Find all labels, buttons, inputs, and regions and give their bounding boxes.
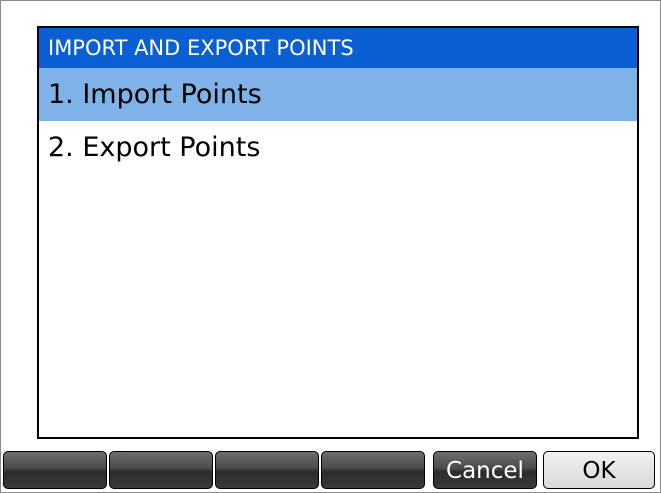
calculator-screen: IMPORT AND EXPORT POINTS 1. Import Point… — [0, 0, 661, 493]
choose-dialog: IMPORT AND EXPORT POINTS 1. Import Point… — [37, 26, 639, 439]
cancel-button[interactable]: Cancel — [433, 451, 537, 489]
softkey-3[interactable] — [215, 451, 319, 489]
softkey-1[interactable] — [3, 451, 107, 489]
menu-item-export-points[interactable]: 2. Export Points — [39, 121, 637, 174]
softkey-4[interactable] — [321, 451, 425, 489]
dialog-title: IMPORT AND EXPORT POINTS — [39, 28, 637, 68]
menu-item-import-points[interactable]: 1. Import Points — [39, 68, 637, 121]
softkey-menu: Cancel OK — [1, 451, 660, 491]
ok-button[interactable]: OK — [543, 451, 655, 489]
softkey-2[interactable] — [109, 451, 213, 489]
